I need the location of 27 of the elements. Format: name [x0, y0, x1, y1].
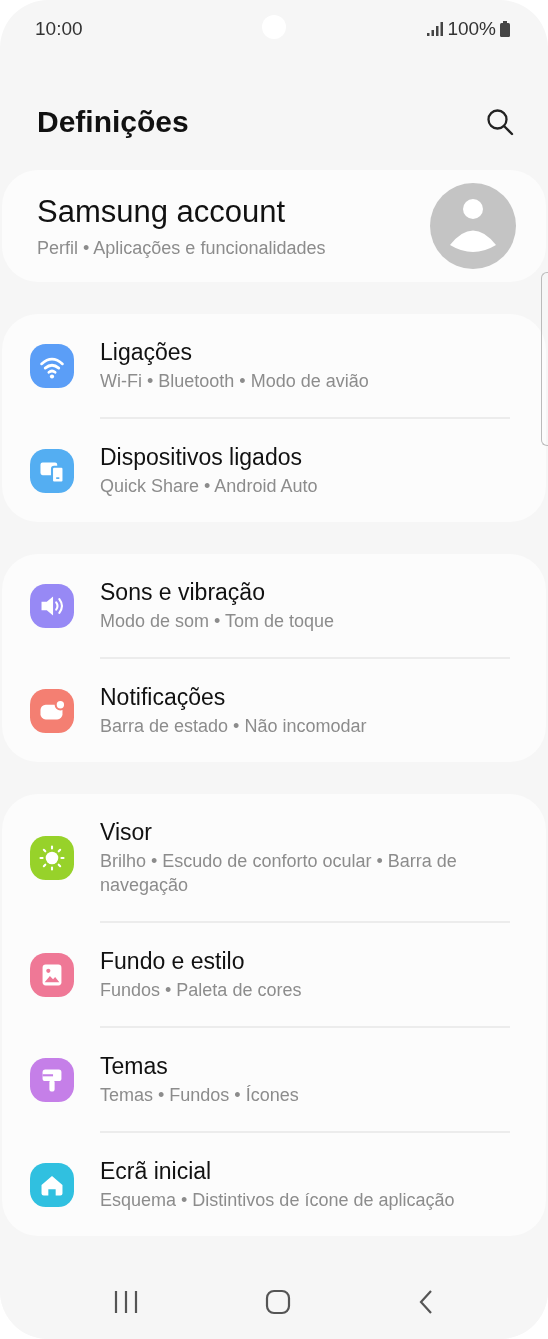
setting-title[interactable]: Ligações	[100, 338, 510, 366]
account-title: Samsung account	[37, 193, 287, 231]
setting-title[interactable]: Visor	[100, 818, 510, 846]
back-icon[interactable]	[418, 1289, 435, 1315]
search-icon[interactable]	[486, 108, 514, 136]
setting-subtitle: Brilho • Escudo de conforto ocular • Barra de navegação	[100, 850, 458, 897]
setting-subtitle: Esquema • Distintivos de ícone de aplicação	[100, 1189, 456, 1212]
clock-time: 10:00	[35, 18, 83, 40]
setting-subtitle: Wi-Fi • Bluetooth • Modo de avião	[100, 370, 370, 393]
battery-percentage: 100%	[447, 18, 496, 40]
setting-subtitle: Modo de som • Tom de toque	[100, 610, 336, 633]
battery-icon	[500, 21, 510, 37]
setting-subtitle: Fundos • Paleta de cores	[100, 979, 303, 1002]
setting-subtitle: Barra de estado • Não incomodar	[100, 715, 368, 738]
setting-title[interactable]: Dispositivos ligados	[100, 443, 510, 471]
recent-apps-icon[interactable]	[113, 1290, 138, 1314]
page-title: Definições	[37, 104, 189, 140]
setting-title[interactable]: Notificações	[100, 683, 510, 711]
setting-subtitle: Temas • Fundos • Ícones	[100, 1084, 300, 1107]
account-subtitle: Perfil • Aplicações e funcionalidades	[37, 237, 327, 260]
signal-icon	[427, 22, 444, 36]
setting-title[interactable]: Fundo e estilo	[100, 947, 510, 975]
setting-subtitle: Quick Share • Android Auto	[100, 475, 319, 498]
home-button-icon[interactable]	[265, 1289, 291, 1315]
setting-title[interactable]: Temas	[100, 1052, 510, 1080]
setting-title[interactable]: Sons e vibração	[100, 578, 510, 606]
setting-title[interactable]: Ecrã inicial	[100, 1157, 510, 1185]
